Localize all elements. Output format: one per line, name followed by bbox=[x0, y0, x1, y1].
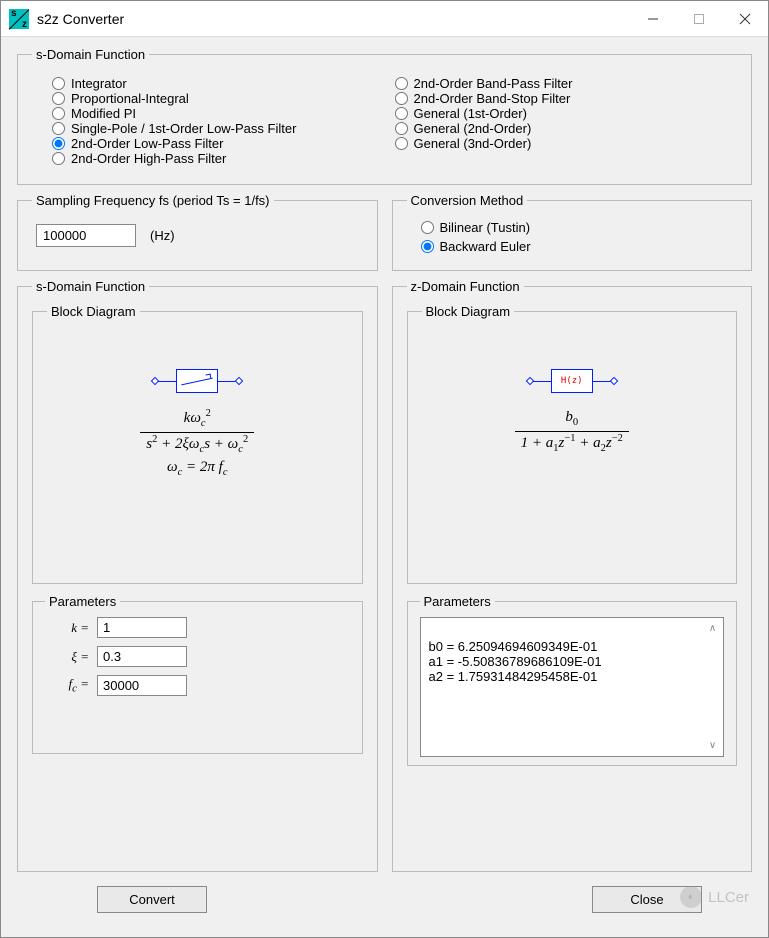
z-parameters-output[interactable]: b0 = 6.25094694609349E-01 a1 = -5.508367… bbox=[420, 617, 725, 757]
conversion-legend: Conversion Method bbox=[407, 193, 528, 208]
s-block-diagram: Block Diagram kωc2 s2 + 2ξωcs + ωc2 ωc =… bbox=[32, 304, 363, 584]
convert-button[interactable]: Convert bbox=[97, 886, 207, 913]
conversion-method-group: Conversion Method Bilinear (Tustin) Back… bbox=[392, 193, 753, 271]
scroll-down-icon[interactable]: ∨ bbox=[704, 737, 721, 754]
radio-general-2nd[interactable]: General (2nd-Order) bbox=[395, 121, 718, 136]
close-window-button[interactable] bbox=[722, 1, 768, 37]
radio-bilinear[interactable]: Bilinear (Tustin) bbox=[421, 218, 724, 237]
app-icon bbox=[9, 9, 29, 29]
scroll-up-icon[interactable]: ∧ bbox=[704, 620, 721, 637]
sampling-frequency-group: Sampling Frequency fs (period Ts = 1/fs)… bbox=[17, 193, 378, 271]
window-title: s2z Converter bbox=[37, 11, 630, 27]
param-xi-label: ξ = bbox=[45, 649, 89, 665]
z-domain-function-panel: z-Domain Function Block Diagram H(z) b0 … bbox=[392, 279, 753, 872]
radio-2nd-highpass[interactable]: 2nd-Order High-Pass Filter bbox=[52, 151, 375, 166]
radio-2nd-bandstop[interactable]: 2nd-Order Band-Stop Filter bbox=[395, 91, 718, 106]
sdomain-legend: s-Domain Function bbox=[32, 47, 149, 62]
s-block-legend: Block Diagram bbox=[47, 304, 140, 319]
s-transfer-function: kωc2 s2 + 2ξωcs + ωc2 ωc = 2π fc bbox=[140, 407, 254, 481]
z-params-text: b0 = 6.25094694609349E-01 a1 = -5.508367… bbox=[429, 639, 602, 684]
z-parameters-group: Parameters b0 = 6.25094694609349E-01 a1 … bbox=[407, 594, 738, 766]
sampling-unit: (Hz) bbox=[150, 228, 175, 243]
radio-integrator[interactable]: Integrator bbox=[52, 76, 375, 91]
radio-2nd-lowpass[interactable]: 2nd-Order Low-Pass Filter bbox=[52, 136, 375, 151]
z-block-symbol: H(z) bbox=[527, 369, 617, 393]
minimize-icon bbox=[648, 14, 658, 24]
z-block-diagram: Block Diagram H(z) b0 1 + a1z−1 + a2z−2 bbox=[407, 304, 738, 584]
z-params-legend: Parameters bbox=[420, 594, 495, 609]
maximize-button[interactable] bbox=[676, 1, 722, 37]
radio-general-3rd[interactable]: General (3nd-Order) bbox=[395, 136, 718, 151]
titlebar: s2z Converter bbox=[1, 1, 768, 37]
minimize-button[interactable] bbox=[630, 1, 676, 37]
z-func-legend: z-Domain Function bbox=[407, 279, 524, 294]
s-block-symbol bbox=[152, 369, 242, 393]
s-parameters-group: Parameters k = ξ = fc = bbox=[32, 594, 363, 754]
param-k-input[interactable] bbox=[97, 617, 187, 638]
sampling-frequency-input[interactable] bbox=[36, 224, 136, 247]
sampling-legend: Sampling Frequency fs (period Ts = 1/fs) bbox=[32, 193, 274, 208]
s-func-legend: s-Domain Function bbox=[32, 279, 149, 294]
maximize-icon bbox=[694, 14, 704, 24]
close-icon bbox=[739, 13, 751, 25]
z-transfer-function: b0 1 + a1z−1 + a2z−2 bbox=[515, 407, 629, 456]
param-fc-label: fc = bbox=[45, 676, 89, 695]
param-fc-input[interactable] bbox=[97, 675, 187, 696]
radio-general-1st[interactable]: General (1st-Order) bbox=[395, 106, 718, 121]
param-k-label: k = bbox=[45, 620, 89, 636]
param-xi-input[interactable] bbox=[97, 646, 187, 667]
radio-pi[interactable]: Proportional-Integral bbox=[52, 91, 375, 106]
radio-modified-pi[interactable]: Modified PI bbox=[52, 106, 375, 121]
z-box-label: H(z) bbox=[551, 369, 593, 393]
sdomain-function-group: s-Domain Function Integrator Proportiona… bbox=[17, 47, 752, 185]
radio-single-pole[interactable]: Single-Pole / 1st-Order Low-Pass Filter bbox=[52, 121, 375, 136]
radio-backward-euler[interactable]: Backward Euler bbox=[421, 237, 724, 256]
s-domain-function-panel: s-Domain Function Block Diagram kωc2 s2 … bbox=[17, 279, 378, 872]
radio-2nd-bandpass[interactable]: 2nd-Order Band-Pass Filter bbox=[395, 76, 718, 91]
z-block-legend: Block Diagram bbox=[422, 304, 515, 319]
s-params-legend: Parameters bbox=[45, 594, 120, 609]
close-button[interactable]: Close bbox=[592, 886, 702, 913]
